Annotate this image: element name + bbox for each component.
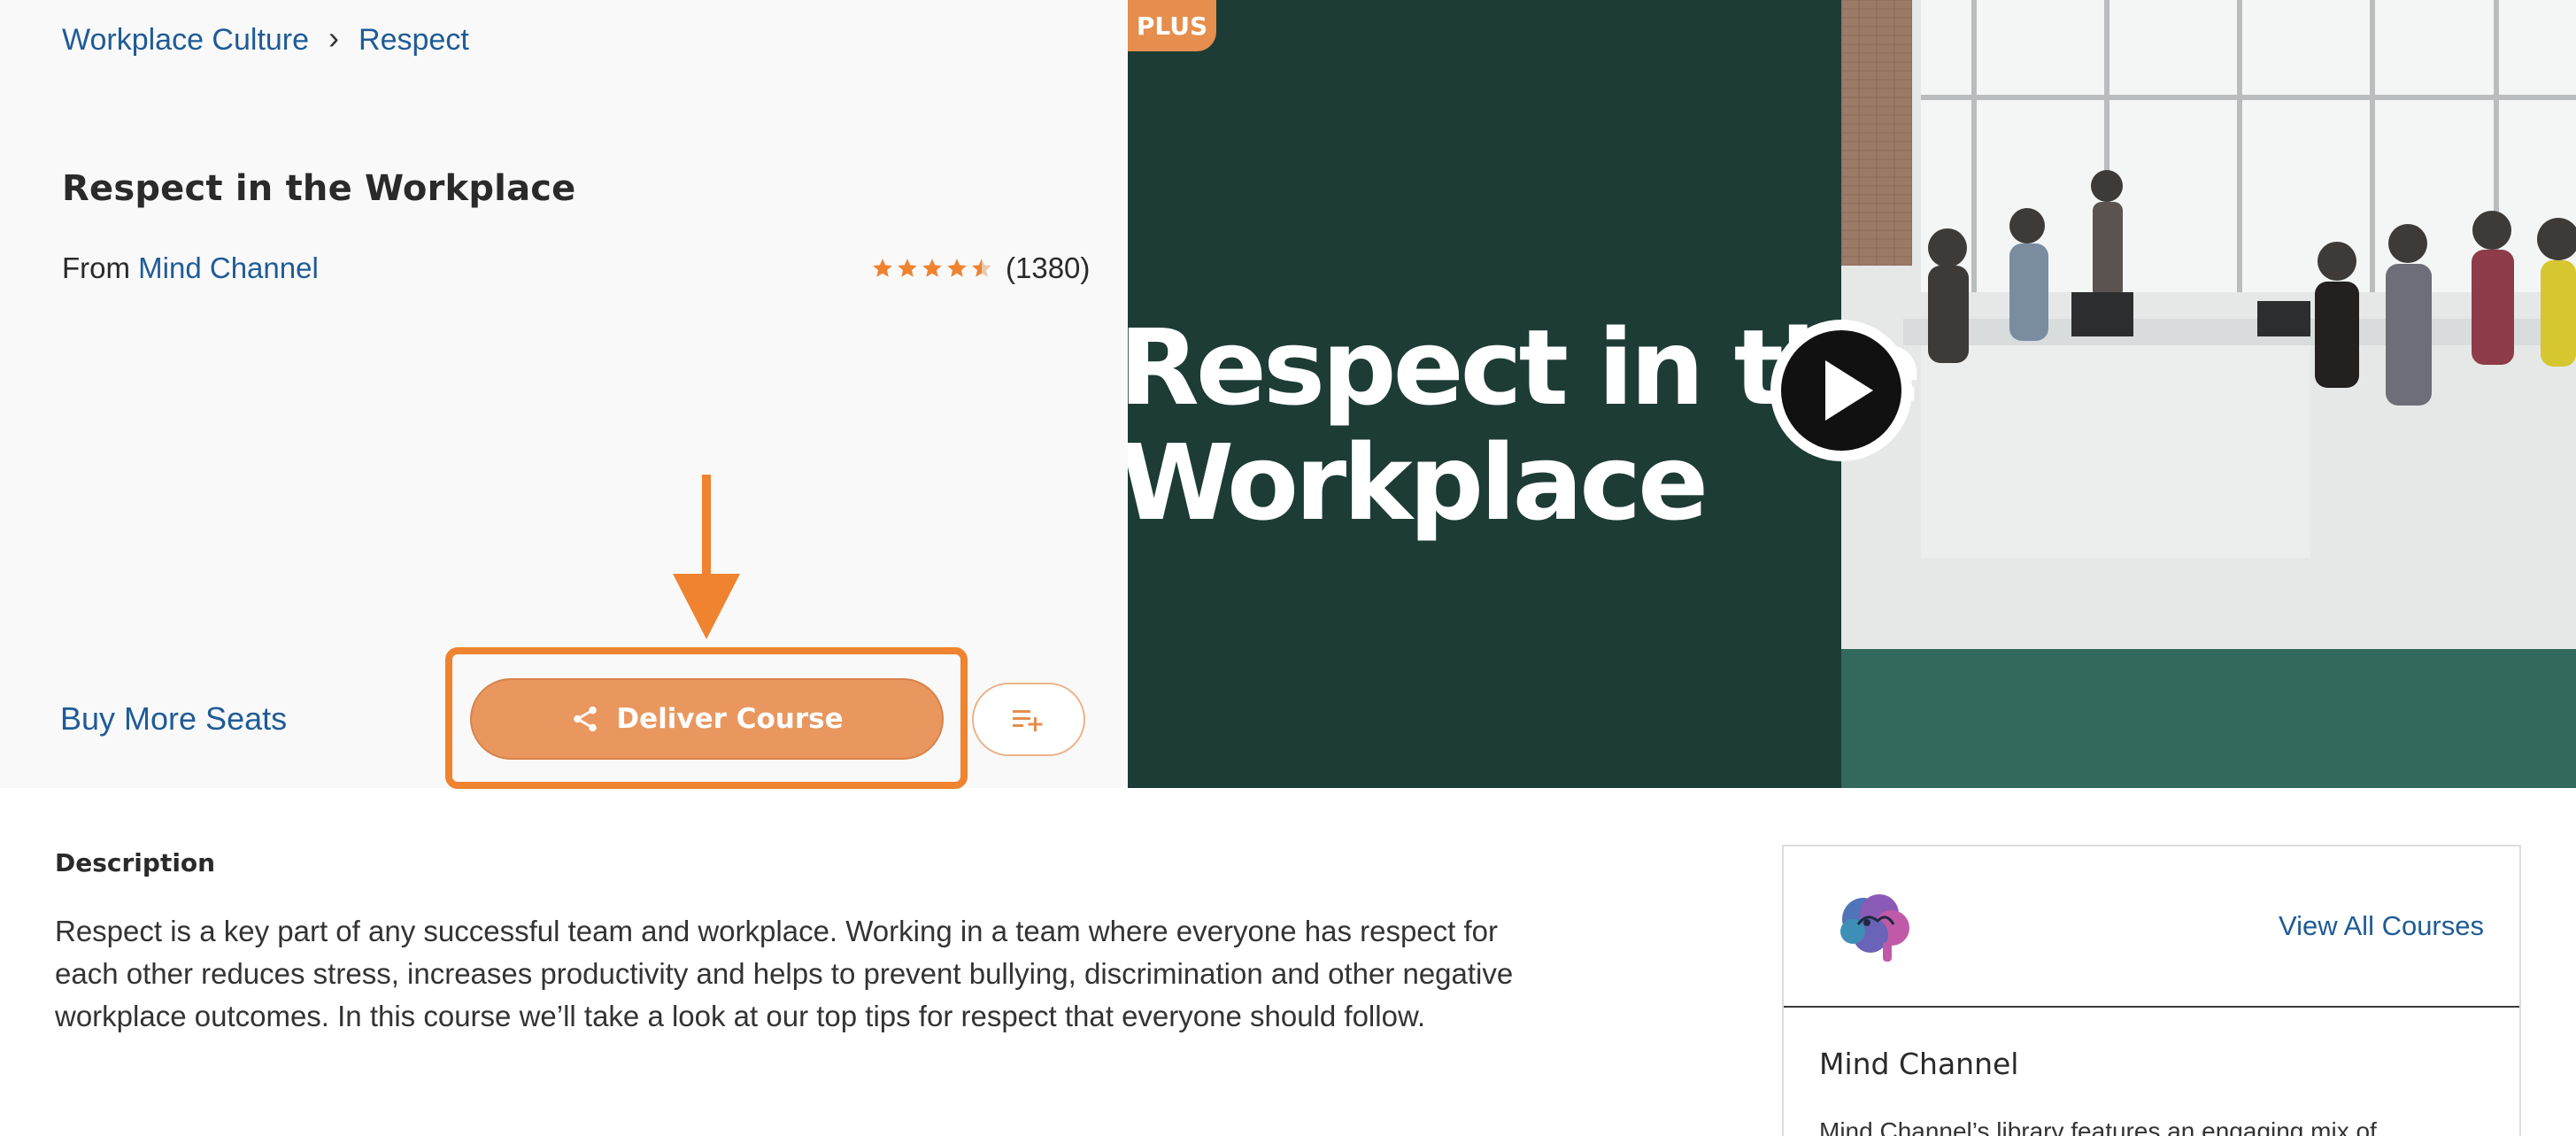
course-provider-line: From Mind Channel <box>62 251 319 285</box>
buy-more-seats-link[interactable]: Buy More Seats <box>60 700 287 738</box>
arrow-down-icon <box>673 475 740 639</box>
course-rating: (1380) <box>871 251 1090 285</box>
breadcrumb: Workplace Culture › Respect <box>62 19 469 58</box>
provider-card-name: Mind Channel <box>1819 1047 2019 1081</box>
share-icon <box>574 706 598 732</box>
star-icon <box>947 259 967 277</box>
rating-stars <box>871 257 993 280</box>
star-icon <box>972 259 991 277</box>
play-icon[interactable] <box>1767 316 1916 465</box>
star-icon <box>922 259 942 277</box>
provider-link[interactable]: Mind Channel <box>138 251 319 284</box>
deliver-course-button[interactable]: Deliver Course <box>470 678 944 760</box>
provider-card-header: View All Courses <box>1784 846 2519 1008</box>
breadcrumb-separator: › <box>328 19 340 56</box>
deliver-course-label: Deliver Course <box>616 703 844 735</box>
star-icon <box>898 259 917 277</box>
view-all-courses-link[interactable]: View All Courses <box>2279 910 2484 942</box>
brain-logo-icon <box>1840 894 1909 962</box>
description-heading: Description <box>55 848 216 877</box>
provider-card: View All Courses Mind Channel Mind Chann… <box>1782 845 2521 1136</box>
add-to-playlist-button[interactable] <box>972 683 1085 756</box>
course-video-thumbnail[interactable]: Respect in the Workplace PLUS <box>1128 0 2576 788</box>
description-text: Respect is a key part of any successful … <box>55 915 1514 1032</box>
rating-count: (1380) <box>1006 251 1091 284</box>
star-icon <box>873 259 892 277</box>
office-photo-illustration <box>1841 0 2576 649</box>
breadcrumb-respect[interactable]: Respect <box>359 23 469 58</box>
plus-badge: PLUS <box>1128 0 1216 51</box>
office-team-photo <box>1841 0 2576 649</box>
video-bottom-band <box>1841 649 2576 788</box>
course-title: Respect in the Workplace <box>62 168 576 209</box>
course-hero-panel: Workplace Culture › Respect Respect in t… <box>0 0 1128 789</box>
playlist-add-icon <box>1013 709 1043 731</box>
course-page: Workplace Culture › Respect Respect in t… <box>0 0 2576 1136</box>
breadcrumb-workplace-culture[interactable]: Workplace Culture <box>62 23 309 58</box>
provider-card-blurb: Mind Channel’s library features an engag… <box>1819 1117 2377 1136</box>
from-label: From <box>62 251 130 284</box>
